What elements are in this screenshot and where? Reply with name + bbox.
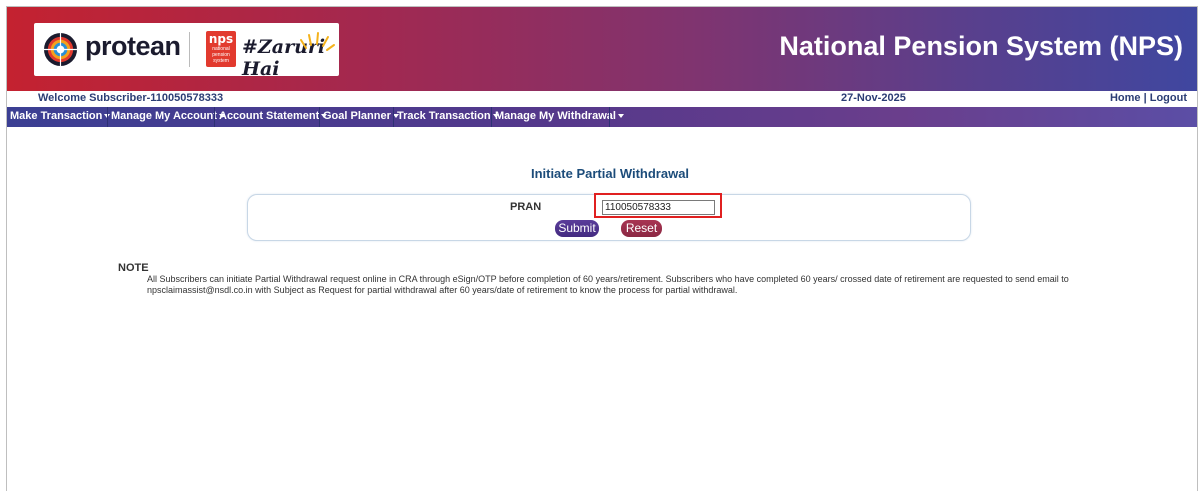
submit-button[interactable]: Submit (555, 220, 599, 237)
logout-link[interactable]: Logout (1150, 92, 1187, 104)
nav-separator (107, 107, 108, 127)
home-logout-links: Home | Logout (1110, 92, 1187, 104)
app-title: National Pension System (NPS) (779, 31, 1183, 61)
nps-logo-subtext: national pension system (212, 46, 230, 64)
note-text: All Subscribers can initiate Partial Wit… (147, 274, 1069, 295)
nav-manage-my-withdrawal[interactable]: Manage My Withdrawal (495, 110, 624, 122)
sun-rays-icon (300, 32, 335, 51)
nav-separator (609, 107, 610, 127)
nps-logo-text: nps (208, 32, 234, 46)
reset-button[interactable]: Reset (621, 220, 662, 237)
nav-label: Track Transaction (397, 110, 491, 122)
withdrawal-form: PRAN Submit Reset (247, 193, 971, 241)
highlight-box (594, 193, 722, 218)
nav-separator (393, 107, 394, 127)
nav-manage-my-account[interactable]: Manage My Account (111, 110, 225, 122)
logo-divider (189, 32, 190, 67)
nav-label: Manage My Withdrawal (495, 110, 616, 122)
nps-logo-icon: nps national pension system (206, 31, 236, 67)
welcome-bar: Welcome Subscriber-110050578333 27-Nov-2… (7, 91, 1197, 107)
page-title: Initiate Partial Withdrawal (7, 166, 1197, 181)
nav-make-transaction[interactable]: Make Transaction (10, 110, 111, 122)
main-nav: Make Transaction Manage My Account Accou… (7, 107, 1197, 127)
protean-logo-icon (43, 32, 78, 67)
nav-label: Manage My Account (111, 110, 217, 122)
nav-account-statement[interactable]: Account Statement (219, 110, 328, 122)
page-title-text: Initiate Partial Withdrawal (530, 166, 690, 181)
welcome-message: Welcome Subscriber-110050578333 (38, 92, 224, 104)
nav-separator (214, 107, 215, 127)
nav-track-transaction[interactable]: Track Transaction (397, 110, 499, 122)
brand-name: protean (85, 31, 181, 61)
nav-separator (319, 107, 320, 127)
browser-frame: protean nps national pension system #Zar… (6, 6, 1198, 491)
home-link[interactable]: Home (1110, 92, 1141, 104)
site-header: protean nps national pension system #Zar… (7, 7, 1197, 91)
nav-label: Goal Planner (323, 110, 391, 122)
nav-label: Make Transaction (10, 110, 103, 122)
link-separator: | (1140, 92, 1150, 104)
chevron-down-icon (617, 114, 624, 119)
note-label: NOTE (118, 262, 149, 274)
logo-container: protean nps national pension system #Zar… (34, 23, 339, 80)
nav-goal-planner[interactable]: Goal Planner (323, 110, 399, 122)
current-date: 27-Nov-2025 (841, 92, 906, 104)
nav-separator (491, 107, 492, 127)
pran-label: PRAN (510, 201, 542, 213)
nav-label: Account Statement (219, 110, 320, 122)
